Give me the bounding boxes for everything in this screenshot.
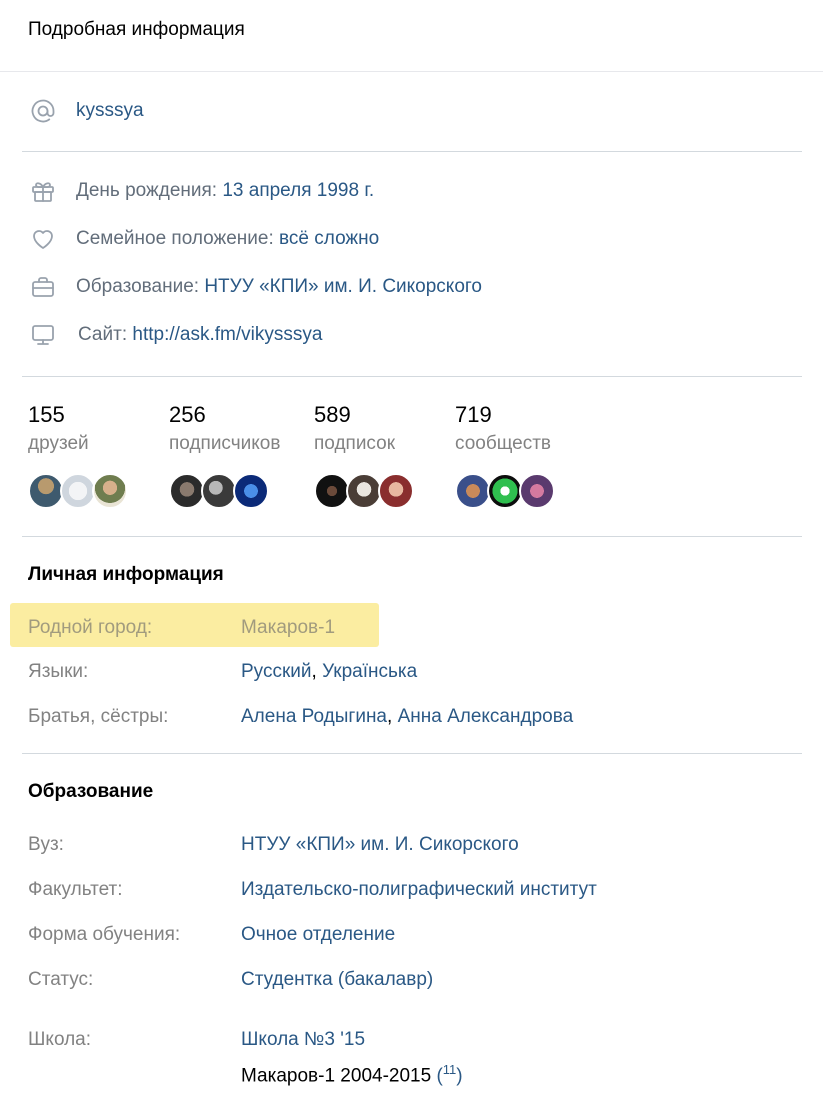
communities-count: 719: [455, 402, 492, 427]
study-form-link[interactable]: Очное отделение: [241, 921, 395, 949]
school-details: Макаров-1 2004-2015 (11): [241, 1062, 463, 1087]
avatar[interactable]: [233, 473, 269, 509]
siblings-row: Братья, сёстры: Алена Родыгина, Анна Але…: [28, 703, 808, 731]
siblings-label: Братья, сёстры:: [28, 706, 169, 727]
relationship-link[interactable]: всё сложно: [279, 228, 379, 250]
avatar[interactable]: [487, 473, 523, 509]
sibling-link[interactable]: Анна Александрова: [398, 706, 574, 727]
personal-info-title: Личная информация: [28, 564, 224, 585]
avatar[interactable]: [455, 473, 491, 509]
avatar[interactable]: [92, 473, 128, 509]
language-link[interactable]: Українська: [322, 661, 417, 682]
site-label: Сайт:: [78, 324, 128, 345]
languages-row: Языки: Русский, Українська: [28, 658, 808, 686]
siblings-values: Алена Родыгина, Анна Александрова: [241, 703, 573, 731]
study-form-label: Форма обучения:: [28, 924, 181, 945]
monitor-icon: [28, 320, 58, 350]
divider: [22, 536, 802, 537]
followers-caption: подписчиков: [169, 433, 281, 454]
school-label: Школа:: [28, 1029, 92, 1050]
languages-label: Языки:: [28, 661, 89, 682]
at-icon: [28, 96, 58, 126]
avatar[interactable]: [519, 473, 555, 509]
sibling-link[interactable]: Алена Родыгина: [241, 706, 387, 727]
birthday-row: День рождения: 13 апреля 1998 г.: [28, 176, 374, 206]
education-label: Образование:: [76, 276, 200, 297]
avatar[interactable]: [28, 473, 64, 509]
school-years: Макаров-1 2004-2015: [241, 1065, 432, 1087]
study-form-row: Форма обучения: Очное отделение: [28, 921, 808, 949]
communities-caption: сообществ: [455, 433, 552, 454]
communities-avatars: [455, 473, 555, 509]
briefcase-icon: [28, 272, 58, 302]
relationship-label: Семейное положение:: [76, 228, 274, 249]
subscriptions-count: 589: [314, 402, 351, 427]
school-row: Школа: Школа №3 '15: [28, 1026, 808, 1054]
followers-counter[interactable]: 256 подписчиков: [169, 400, 280, 509]
avatar[interactable]: [378, 473, 414, 509]
classmates-close: ): [456, 1065, 463, 1087]
languages-values: Русский, Українська: [241, 658, 417, 686]
status-row: Статус: Студентка (бакалавр): [28, 966, 808, 994]
education-row: Образование: НТУУ «КПИ» им. И. Сикорског…: [28, 272, 482, 302]
divider: [22, 753, 802, 754]
subscriptions-caption: подписок: [314, 433, 396, 454]
heart-icon: [28, 224, 58, 254]
subscriptions-avatars: [314, 473, 414, 509]
birthday-label: День рождения:: [76, 180, 218, 201]
university-link[interactable]: НТУУ «КПИ» им. И. Сикорского: [241, 831, 519, 859]
gift-icon: [28, 176, 58, 206]
site-link[interactable]: http://ask.fm/vikysssya: [132, 324, 322, 346]
avatar[interactable]: [346, 473, 382, 509]
hometown-row: Родной город: Макаров-1: [28, 614, 808, 642]
classmates-count-link[interactable]: 11: [443, 1062, 457, 1077]
followers-count: 256: [169, 402, 206, 427]
faculty-link[interactable]: Издательско-полиграфический институт: [241, 876, 597, 904]
faculty-label: Факультет:: [28, 879, 123, 900]
hometown-label: Родной город:: [28, 617, 153, 638]
relationship-row: Семейное положение: всё сложно: [28, 224, 379, 254]
avatar[interactable]: [169, 473, 205, 509]
status-label: Статус:: [28, 969, 94, 990]
university-label: Вуз:: [28, 834, 64, 855]
page-title: Подробная информация: [28, 19, 245, 40]
page-header: Подробная информация: [0, 0, 823, 72]
faculty-row: Факультет: Издательско-полиграфический и…: [28, 876, 808, 904]
school-link[interactable]: Школа №3 '15: [241, 1026, 365, 1054]
followers-avatars: [169, 473, 280, 509]
subscriptions-counter[interactable]: 589 подписок: [314, 400, 414, 509]
separator: ,: [311, 661, 317, 682]
university-row: Вуз: НТУУ «КПИ» им. И. Сикорского: [28, 831, 808, 859]
friends-count: 155: [28, 402, 65, 427]
divider: [22, 151, 802, 152]
education-link[interactable]: НТУУ «КПИ» им. И. Сикорского: [204, 276, 482, 298]
hometown-link[interactable]: Макаров-1: [241, 614, 335, 642]
birthday-link[interactable]: 13 апреля 1998 г.: [222, 180, 374, 202]
separator: ,: [387, 706, 393, 727]
friends-caption: друзей: [28, 433, 89, 454]
avatar[interactable]: [60, 473, 96, 509]
friends-avatars: [28, 473, 128, 509]
username-link[interactable]: kysssya: [76, 100, 144, 122]
education-section-title: Образование: [28, 781, 154, 802]
avatar[interactable]: [314, 473, 350, 509]
avatar[interactable]: [201, 473, 237, 509]
communities-counter[interactable]: 719 сообществ: [455, 400, 555, 509]
site-row: Сайт: http://ask.fm/vikysssya: [28, 320, 322, 350]
username-row: kysssya: [28, 96, 144, 126]
status-link[interactable]: Студентка (бакалавр): [241, 966, 433, 994]
divider: [22, 376, 802, 377]
friends-counter[interactable]: 155 друзей: [28, 400, 128, 509]
language-link[interactable]: Русский: [241, 661, 312, 682]
